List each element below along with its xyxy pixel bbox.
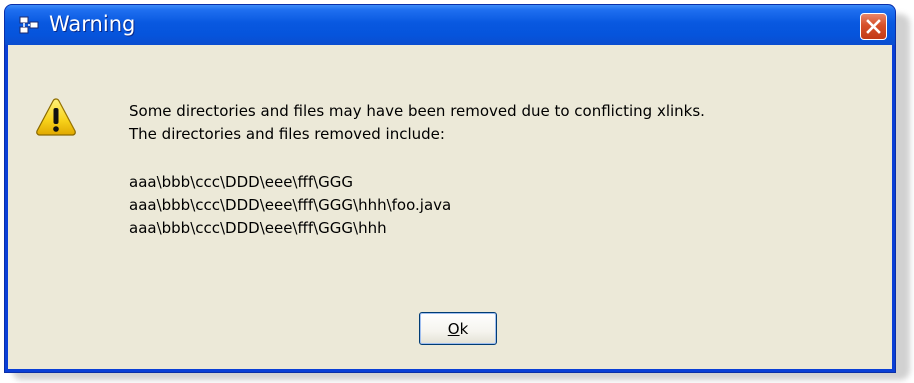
message-line: Some directories and files may have been… [129,102,705,120]
removed-path: aaa\bbb\ccc\DDD\eee\fff\GGG\hhh [129,219,387,237]
app-network-icon [19,16,39,34]
close-button[interactable] [860,13,887,40]
close-icon [866,19,881,34]
ok-button[interactable]: Ok [419,312,497,345]
message-line: The directories and files removed includ… [129,125,445,143]
window-title: Warning [49,12,136,36]
removed-path: aaa\bbb\ccc\DDD\eee\fff\GGG [129,173,354,191]
ok-label-rest: k [459,319,469,338]
ok-mnemonic: O [447,319,460,338]
removed-path: aaa\bbb\ccc\DDD\eee\fff\GGG\hhh\foo.java [129,196,452,214]
title-bar[interactable]: Warning [5,5,895,45]
message-text: Some directories and files may have been… [129,100,705,240]
dialog-body: Some directories and files may have been… [8,45,892,369]
warning-dialog: Warning Some directories and files may h… [4,4,896,373]
warning-icon [34,96,78,138]
